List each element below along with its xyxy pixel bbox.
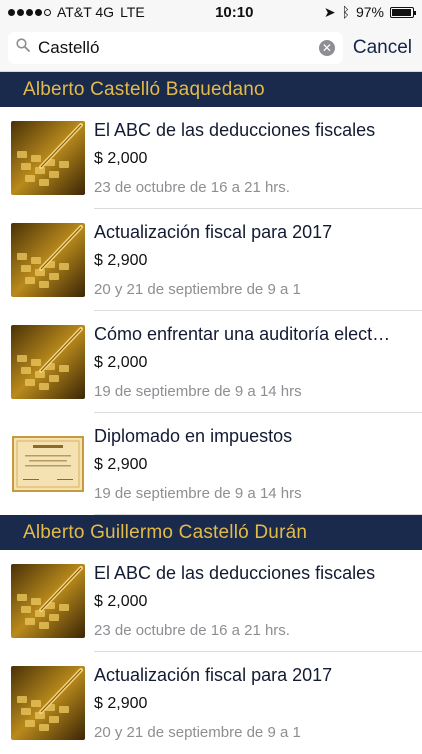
search-input[interactable]: [36, 36, 319, 59]
course-price: $ 2,000: [94, 150, 148, 167]
course-date: 20 y 21 de septiembre de 9 a 1: [94, 724, 301, 741]
course-title: Cómo enfrentar una auditoría elect…: [94, 324, 391, 344]
course-info: El ABC de las deducciones fiscales $ 2,00…: [94, 563, 422, 639]
course-info: Diplomado en impuestos $ 2,900 19 de septi…: [94, 426, 422, 502]
course-price: $ 2,000: [94, 354, 148, 371]
course-title: El ABC de las deducciones fiscales: [94, 120, 376, 140]
course-title: El ABC de las deducciones fiscales: [94, 563, 376, 583]
course-info: Actualización fiscal para 2017 $ 2,900 20 …: [94, 222, 422, 298]
signal-strength-icon: [8, 8, 51, 16]
bluetooth-icon: ᛒ: [341, 4, 350, 20]
course-row[interactable]: Diplomado en impuestos $ 2,900 19 de septi…: [0, 413, 422, 515]
course-title: Actualización fiscal para 2017: [94, 665, 333, 685]
course-date: 23 de octubre de 16 a 21 hrs.: [94, 622, 290, 639]
calculator-thumbnail: [11, 121, 85, 195]
calculator-thumbnail: [11, 564, 85, 638]
search-field[interactable]: ✕: [8, 31, 343, 64]
search-bar: ✕ Cancel: [0, 24, 422, 72]
status-right: ➤ ᛒ 97%: [323, 3, 416, 21]
section-header: Alberto Castelló Baquedano: [0, 72, 422, 107]
course-price: $ 2,900: [94, 252, 148, 269]
diploma-thumbnail: [11, 427, 85, 501]
calculator-thumbnail: [11, 666, 85, 740]
calculator-thumbnail: [11, 325, 85, 399]
course-info: Cómo enfrentar una auditoría elect… $ 2,0…: [94, 324, 422, 400]
course-info: Actualización fiscal para 2017 $ 2,900 20 …: [94, 665, 422, 741]
battery-percent: 97%: [355, 4, 384, 20]
location-arrow-icon: ➤: [323, 3, 336, 20]
calculator-thumbnail: [11, 223, 85, 297]
section-header: Alberto Guillermo Castelló Durán: [0, 515, 422, 550]
cancel-button[interactable]: Cancel: [353, 37, 412, 59]
course-price: $ 2,900: [94, 456, 148, 473]
battery-icon: [390, 6, 416, 18]
results-list: Alberto Castelló Baquedano El ABC de las…: [0, 72, 422, 754]
course-row[interactable]: Cómo enfrentar una auditoría elect… $ 2,0…: [0, 311, 422, 413]
course-title: Diplomado en impuestos: [94, 426, 293, 446]
carrier-label: AT&T 4G: [57, 4, 115, 20]
course-date: 19 de septiembre de 9 a 14 hrs: [94, 383, 302, 400]
course-price: $ 2,900: [94, 695, 148, 712]
course-date: 23 de octubre de 16 a 21 hrs.: [94, 179, 290, 196]
clear-search-icon[interactable]: ✕: [318, 39, 335, 56]
course-row[interactable]: El ABC de las deducciones fiscales $ 2,00…: [0, 107, 422, 209]
status-time: 10:10: [215, 3, 254, 21]
status-bar: AT&T 4G LTE 10:10 ➤ ᛒ 97%: [0, 0, 422, 24]
course-row[interactable]: Actualización fiscal para 2017 $ 2,900 20 …: [0, 209, 422, 311]
course-row[interactable]: Actualización fiscal para 2017 $ 2,900 20 …: [0, 652, 422, 754]
search-icon: [16, 38, 30, 57]
network-label: LTE: [120, 4, 145, 20]
course-date: 19 de septiembre de 9 a 14 hrs: [94, 485, 302, 502]
course-price: $ 2,000: [94, 593, 148, 610]
course-date: 20 y 21 de septiembre de 9 a 1: [94, 281, 301, 298]
status-left: AT&T 4G LTE: [8, 4, 145, 20]
course-info: El ABC de las deducciones fiscales $ 2,00…: [94, 120, 422, 196]
course-title: Actualización fiscal para 2017: [94, 222, 333, 242]
course-row[interactable]: El ABC de las deducciones fiscales $ 2,00…: [0, 550, 422, 652]
